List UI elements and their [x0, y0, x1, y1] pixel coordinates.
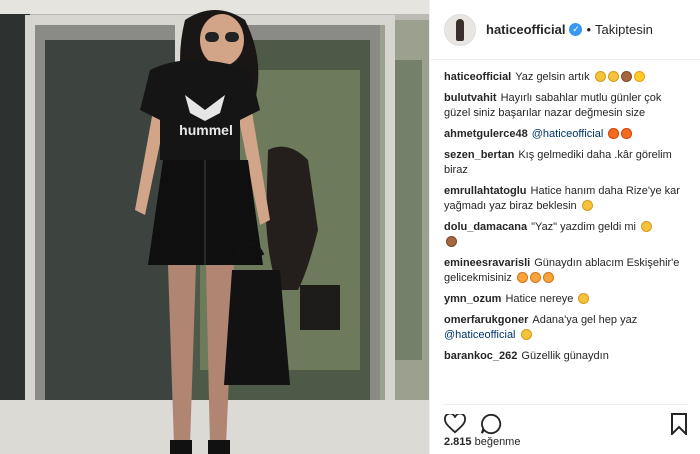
comment-item: ahmetgulerce48 @haticeofficial	[444, 127, 690, 142]
monkey-emoji-icon	[620, 71, 632, 82]
comment-text: Hatice nereye	[505, 293, 574, 305]
separator-dot: •	[586, 22, 592, 37]
post-username[interactable]: haticeofficial	[486, 22, 565, 37]
speech-bubble-icon[interactable]	[480, 413, 502, 435]
follow-status-button[interactable]: Takiptesin	[595, 22, 653, 37]
heart-eyes-emoji-icon	[529, 272, 541, 283]
post-photo[interactable]: hummel	[0, 0, 429, 454]
post-header: haticeofficial ✓ • Takiptesin	[430, 0, 700, 60]
comment-username[interactable]: haticeofficial	[444, 71, 511, 83]
comment-text: "Yaz" yazdim geldi mi	[531, 221, 636, 233]
instagram-post: hummel haticeofficial ✓ • Takiptesin hat…	[0, 0, 700, 454]
comment-item: ymn_ozum Hatice nereye	[444, 292, 690, 307]
comment-item: sezen_bertan Kış gelmediki daha .kâr göre…	[444, 148, 690, 178]
comment-username[interactable]: bulutvahit	[444, 92, 497, 104]
likes-label: beğenme	[474, 436, 521, 448]
bookmark-icon[interactable]	[670, 413, 688, 435]
grin-emoji-icon	[594, 71, 606, 82]
comment-item: haticeofficial Yaz gelsin artık	[444, 70, 690, 85]
comment-mention[interactable]: @haticeofficial	[532, 128, 604, 140]
comment-item: bulutvahit Hayırlı sabahlar mutlu günler …	[444, 91, 690, 121]
heart-outline-icon[interactable]	[444, 414, 466, 434]
comment-item: barankoc_262 Güzellik günaydın	[444, 349, 690, 364]
heart-eyes-emoji-icon	[542, 272, 554, 283]
comment-username[interactable]: ymn_ozum	[444, 293, 501, 305]
smile-emoji-icon	[607, 71, 619, 82]
comment-username[interactable]: emrullahtatoglu	[444, 185, 527, 197]
grin-emoji-icon	[520, 329, 532, 340]
avatar[interactable]	[444, 13, 476, 46]
smile-emoji-icon	[578, 293, 590, 304]
comment-item: emineesravarisli Günaydın ablacım Eskişeh…	[444, 256, 690, 286]
post-sidebar: haticeofficial ✓ • Takiptesin haticeoffi…	[429, 0, 700, 454]
monkey-emoji-icon	[446, 236, 457, 247]
fire-emoji-icon	[621, 128, 633, 139]
comment-item: emrullahtatoglu Hatice hanım daha Rize'ye…	[444, 184, 690, 214]
comment-username[interactable]: barankoc_262	[444, 350, 517, 362]
grin-emoji-icon	[581, 200, 593, 211]
comments-list[interactable]: haticeofficial Yaz gelsin artık bulutvahi…	[444, 70, 690, 400]
comment-text: Güzellik günaydın	[521, 350, 609, 362]
comment-username[interactable]: dolu_damacana	[444, 221, 527, 233]
sun-emoji-icon	[633, 71, 645, 82]
comment-username[interactable]: sezen_bertan	[444, 149, 514, 161]
post-photo-illustration: hummel	[0, 0, 429, 454]
comment-username[interactable]: omerfarukgoner	[444, 314, 528, 326]
likes-number: 2.815	[444, 436, 472, 448]
comment-text: Adana'ya gel hep yaz	[532, 314, 638, 326]
comment-text: Yaz gelsin artık	[515, 71, 590, 83]
likes-count[interactable]: 2.815 beğenme	[444, 436, 520, 448]
shirt-logo-text: hummel	[179, 122, 233, 138]
comment-item: dolu_damacana "Yaz" yazdim geldi mi	[444, 220, 690, 250]
comment-username[interactable]: emineesravarisli	[444, 257, 530, 269]
comment-item: omerfarukgoner Adana'ya gel hep yaz @hati…	[444, 313, 690, 343]
comment-mention[interactable]: @haticeofficial	[444, 329, 516, 341]
fire-emoji-icon	[608, 128, 620, 139]
post-actions-bar	[444, 404, 688, 437]
comment-username[interactable]: ahmetgulerce48	[444, 128, 528, 140]
verified-badge-icon: ✓	[569, 23, 583, 36]
grin-emoji-icon	[641, 221, 653, 232]
heart-eyes-emoji-icon	[516, 272, 528, 283]
